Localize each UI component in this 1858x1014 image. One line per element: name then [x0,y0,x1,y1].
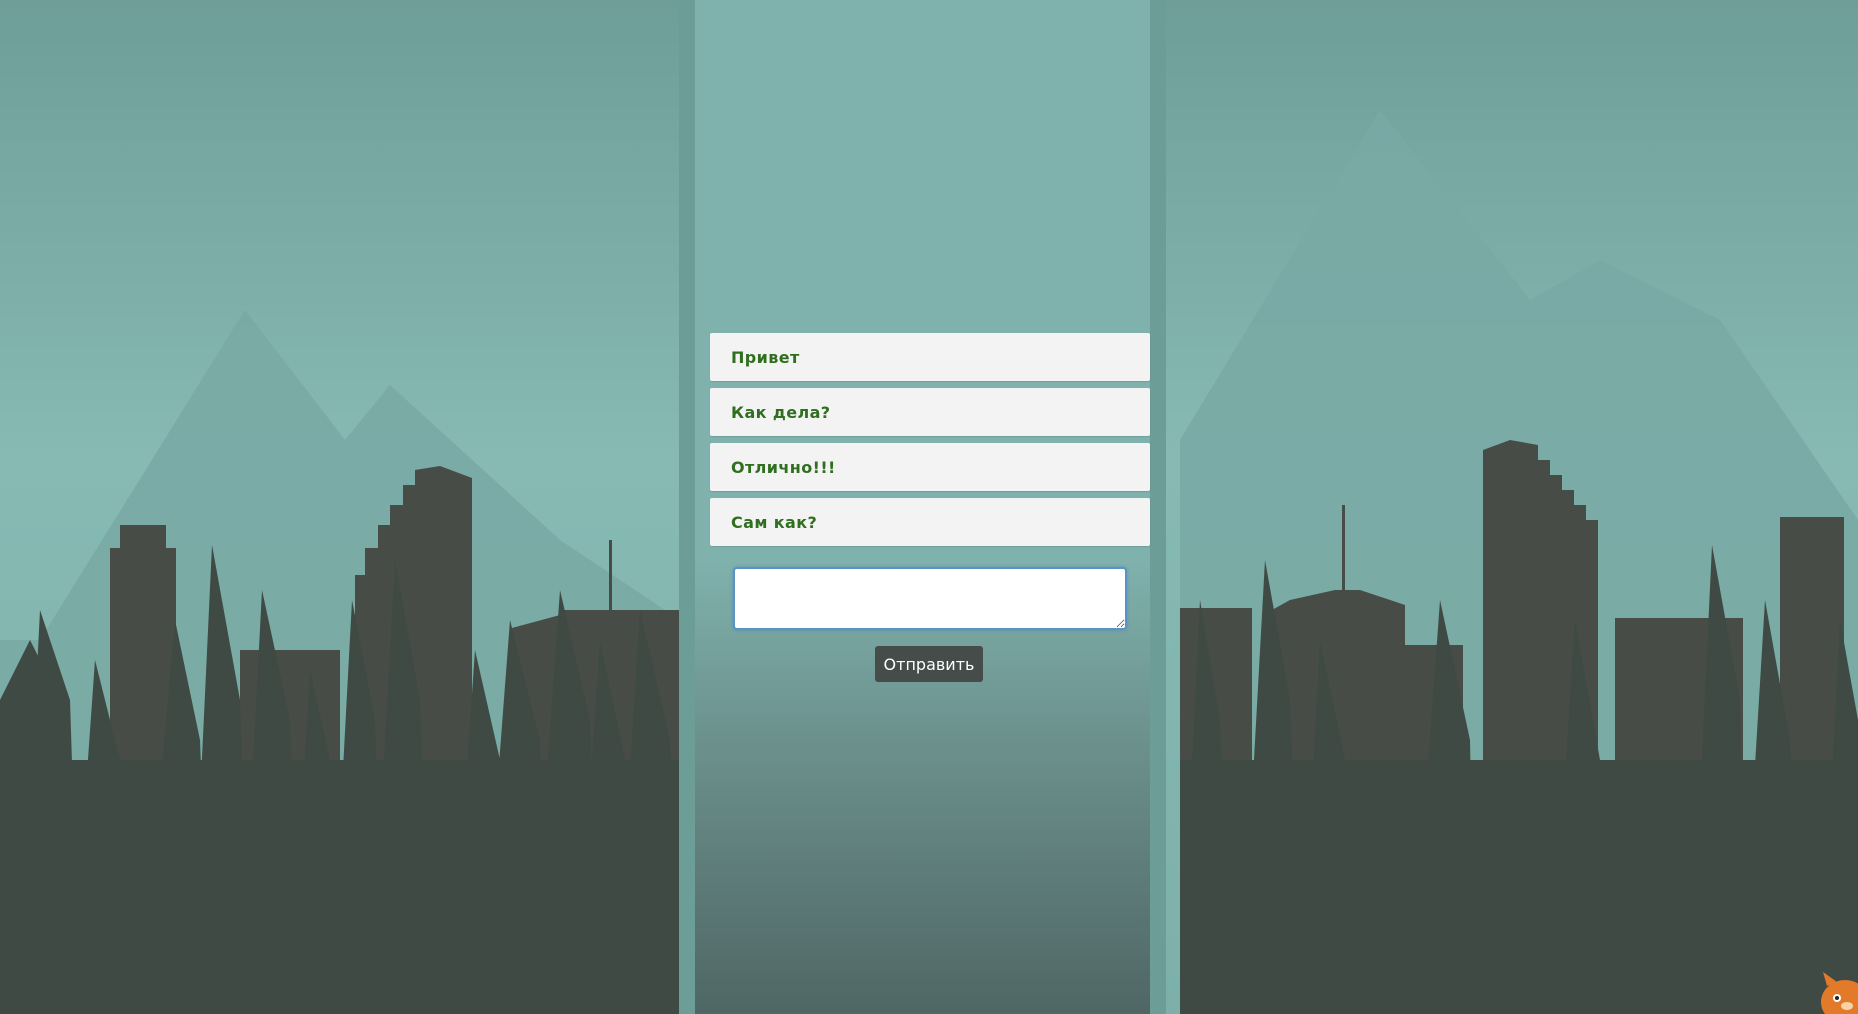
chat-column: Привет Как дела? Отлично!!! Сам как? Отп… [679,0,1166,1014]
chat-page: Привет Как дела? Отлично!!! Сам как? Отп… [0,0,1858,1014]
message-input[interactable] [733,567,1127,630]
message-item: Как дела? [710,388,1150,436]
chat-panel: Привет Как дела? Отлично!!! Сам как? Отп… [695,0,1150,1014]
message-item: Отлично!!! [710,443,1150,491]
message-list: Привет Как дела? Отлично!!! Сам как? [710,333,1150,553]
message-item: Привет [710,333,1150,381]
message-item: Сам как? [710,498,1150,546]
send-button[interactable]: Отправить [875,646,983,682]
fox-mascot-icon[interactable] [1815,972,1858,1014]
